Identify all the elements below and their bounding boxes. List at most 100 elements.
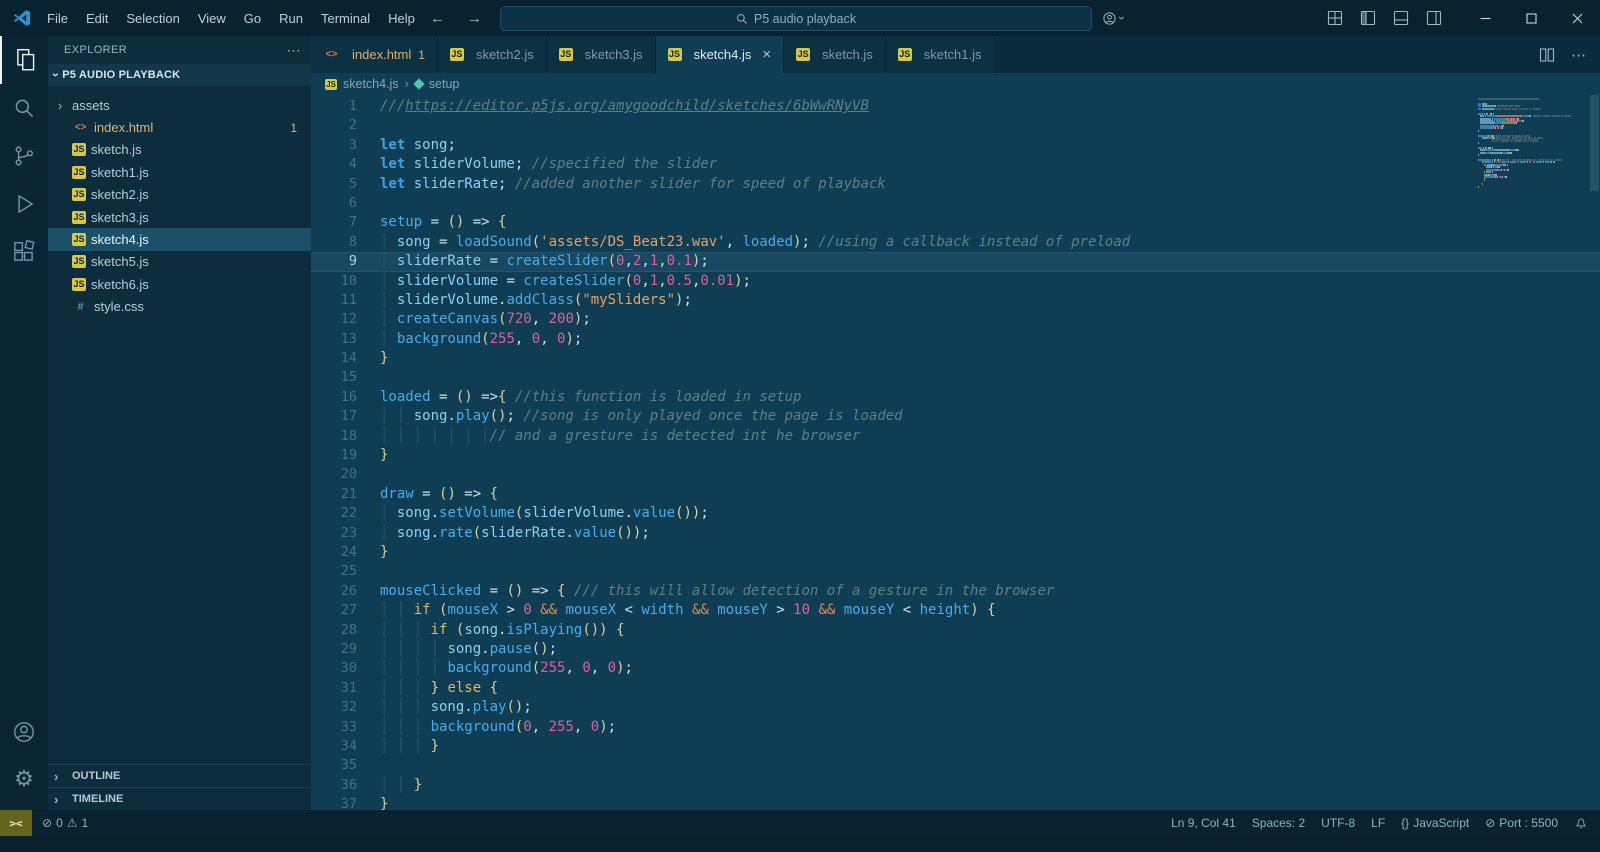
tab-sketch1.js[interactable]: JS sketch1.js (885, 36, 995, 73)
activity-extensions[interactable] (0, 228, 48, 276)
explorer-item-style.css[interactable]: # style.css (48, 296, 311, 318)
explorer-item-sketch5.js[interactable]: JS sketch5.js (48, 251, 311, 273)
toggle-panel-icon[interactable] (1393, 10, 1409, 26)
forward-icon[interactable]: → (467, 10, 482, 27)
activity-run-debug[interactable] (0, 180, 48, 228)
explorer-item-sketch4.js[interactable]: JS sketch4.js (48, 228, 311, 251)
code-line-1[interactable]: 1 ///https://editor.p5js.org/amygoodchild… (311, 97, 1600, 116)
tab-sketch2.js[interactable]: JS sketch2.js (437, 36, 547, 73)
encoding-status[interactable]: UTF-8 (1321, 816, 1355, 830)
explorer-item-sketch6.js[interactable]: JS sketch6.js (48, 273, 311, 295)
code-line-28[interactable]: 28 │ │ │ if (song.isPlaying()) { (311, 621, 1600, 640)
code-line-17[interactable]: 17 │ │ song.play(); //song is only played… (311, 407, 1600, 426)
activity-explorer[interactable] (0, 36, 50, 84)
account-menu[interactable]: › (1102, 0, 1129, 36)
code-line-10[interactable]: 10 │ sliderVolume = createSlider(0,1,0.5,… (311, 272, 1600, 291)
problems-status[interactable]: ⊘ 0 ⚠ 1 (42, 816, 88, 830)
code-line-33[interactable]: 33 │ │ │ background(0, 255, 0); (311, 718, 1600, 737)
close-window-button[interactable] (1554, 0, 1600, 36)
code-line-9[interactable]: 9 │ sliderRate = createSlider(0,2,1,0.1); (311, 252, 1600, 272)
breadcrumb-file[interactable]: sketch4.js (343, 77, 399, 91)
code-line-4[interactable]: 4 let sliderVolume; //specified the slide… (311, 155, 1600, 174)
menu-go[interactable]: Go (235, 11, 270, 26)
tab-sketch.js[interactable]: JS sketch.js (784, 36, 886, 73)
code-line-29[interactable]: 29 │ │ │ │ song.pause(); (311, 640, 1600, 659)
code-line-14[interactable]: 14} (311, 349, 1600, 368)
activity-source-control[interactable] (0, 132, 48, 180)
code-line-16[interactable]: 16 loaded = () =>{ //this function is loa… (311, 388, 1600, 407)
project-root-folder[interactable]: › P5 AUDIO PLAYBACK (48, 64, 311, 86)
code-line-11[interactable]: 11 │ sliderVolume.addClass("mySliders"); (311, 291, 1600, 310)
code-line-15[interactable]: 15 (311, 368, 1600, 387)
code-line-21[interactable]: 21 draw = () => { (311, 485, 1600, 504)
explorer-item-sketch.js[interactable]: JS sketch.js (48, 139, 311, 161)
scrollbar-thumb[interactable] (1590, 95, 1599, 191)
minimap[interactable] (1478, 98, 1584, 188)
code-line-3[interactable]: 3 let song; (311, 136, 1600, 155)
tab-sketch4.js[interactable]: JS sketch4.js × (655, 36, 785, 73)
tab-sketch3.js[interactable]: JS sketch3.js (546, 36, 656, 73)
more-actions-icon[interactable]: ⋯ (287, 42, 301, 59)
eol-status[interactable]: LF (1371, 816, 1385, 830)
maximize-button[interactable] (1508, 0, 1554, 36)
code-line-34[interactable]: 34 │ │ │ } (311, 737, 1600, 756)
bell-icon[interactable] (1574, 816, 1588, 830)
minimize-button[interactable] (1462, 0, 1508, 36)
remote-indicator[interactable]: >< (0, 810, 32, 836)
section-timeline[interactable]: › TIMELINE (48, 787, 311, 810)
code-line-32[interactable]: 32 │ │ │ song.play(); (311, 698, 1600, 717)
tab-index.html[interactable]: <> index.html 1 (311, 36, 438, 73)
code-line-2[interactable]: 2 (311, 116, 1600, 135)
menu-edit[interactable]: Edit (77, 11, 117, 26)
code-line-25[interactable]: 25 (311, 562, 1600, 581)
editor-more-actions-icon[interactable]: ⋯ (1571, 46, 1586, 64)
code-line-5[interactable]: 5 let sliderRate; //added another slider … (311, 175, 1600, 194)
explorer-item-sketch3.js[interactable]: JS sketch3.js (48, 206, 311, 228)
activity-search[interactable] (0, 84, 48, 132)
code-line-19[interactable]: 19} (311, 446, 1600, 465)
split-editor-icon[interactable] (1539, 47, 1555, 63)
code-line-18[interactable]: 18 │ │ │ │ │ │ │// and a gresture is dete… (311, 427, 1600, 446)
code-line-12[interactable]: 12 │ createCanvas(720, 200); (311, 310, 1600, 329)
close-tab-icon[interactable]: × (762, 46, 771, 63)
code-line-22[interactable]: 22 │ song.setVolume(sliderVolume.value())… (311, 504, 1600, 523)
code-line-35[interactable]: 35 (311, 756, 1600, 775)
code-line-7[interactable]: 7 setup = () => { (311, 213, 1600, 232)
explorer-item-sketch2.js[interactable]: JS sketch2.js (48, 184, 311, 206)
line-text: │ │ song.play(); //song is only played o… (380, 408, 903, 425)
section-outline[interactable]: › OUTLINE (48, 764, 311, 787)
code-line-26[interactable]: 26 mouseClicked = () => { /// this will a… (311, 582, 1600, 601)
menu-run[interactable]: Run (270, 11, 312, 26)
command-center-search[interactable]: P5 audio playback (500, 6, 1092, 31)
code-line-36[interactable]: 36 │ │ } (311, 776, 1600, 795)
code-line-30[interactable]: 30 │ │ │ │ background(255, 0, 0); (311, 659, 1600, 678)
code-editor[interactable]: 1 ///https://editor.p5js.org/amygoodchild… (311, 95, 1600, 812)
code-line-8[interactable]: 8 │ song = loadSound('assets/DS_Beat23.wa… (311, 233, 1600, 252)
breadcrumb-symbol[interactable]: setup (429, 77, 460, 91)
menu-selection[interactable]: Selection (117, 11, 188, 26)
code-line-27[interactable]: 27 │ │ if (mouseX > 0 && mouseX < width &… (311, 601, 1600, 620)
explorer-item-index.html[interactable]: <> index.html 1 (48, 116, 311, 138)
code-line-20[interactable]: 20 (311, 465, 1600, 484)
activity-settings[interactable]: ⚙ (0, 756, 48, 804)
language-mode[interactable]: {} JavaScript (1401, 816, 1469, 830)
code-line-6[interactable]: 6 (311, 194, 1600, 213)
code-line-23[interactable]: 23 │ song.rate(sliderRate.value()); (311, 524, 1600, 543)
menu-file[interactable]: File (38, 11, 77, 26)
explorer-item-assets[interactable]: › assets (48, 94, 311, 116)
activity-accounts[interactable] (0, 708, 48, 756)
code-line-31[interactable]: 31 │ │ │ } else { (311, 679, 1600, 698)
code-line-13[interactable]: 13 │ background(255, 0, 0); (311, 330, 1600, 349)
explorer-item-sketch1.js[interactable]: JS sketch1.js (48, 161, 311, 183)
indentation-status[interactable]: Spaces: 2 (1252, 816, 1305, 830)
live-server-port[interactable]: ⊘ Port : 5500 (1485, 816, 1558, 830)
back-icon[interactable]: ← (430, 10, 445, 27)
toggle-secondary-sidebar-icon[interactable] (1426, 10, 1442, 26)
code-line-24[interactable]: 24} (311, 543, 1600, 562)
cursor-position[interactable]: Ln 9, Col 41 (1171, 816, 1236, 830)
menu-view[interactable]: View (189, 11, 235, 26)
menu-terminal[interactable]: Terminal (312, 11, 379, 26)
menu-help[interactable]: Help (379, 11, 424, 26)
editor-layout-icon[interactable] (1327, 10, 1343, 26)
toggle-sidebar-icon[interactable] (1360, 10, 1376, 26)
